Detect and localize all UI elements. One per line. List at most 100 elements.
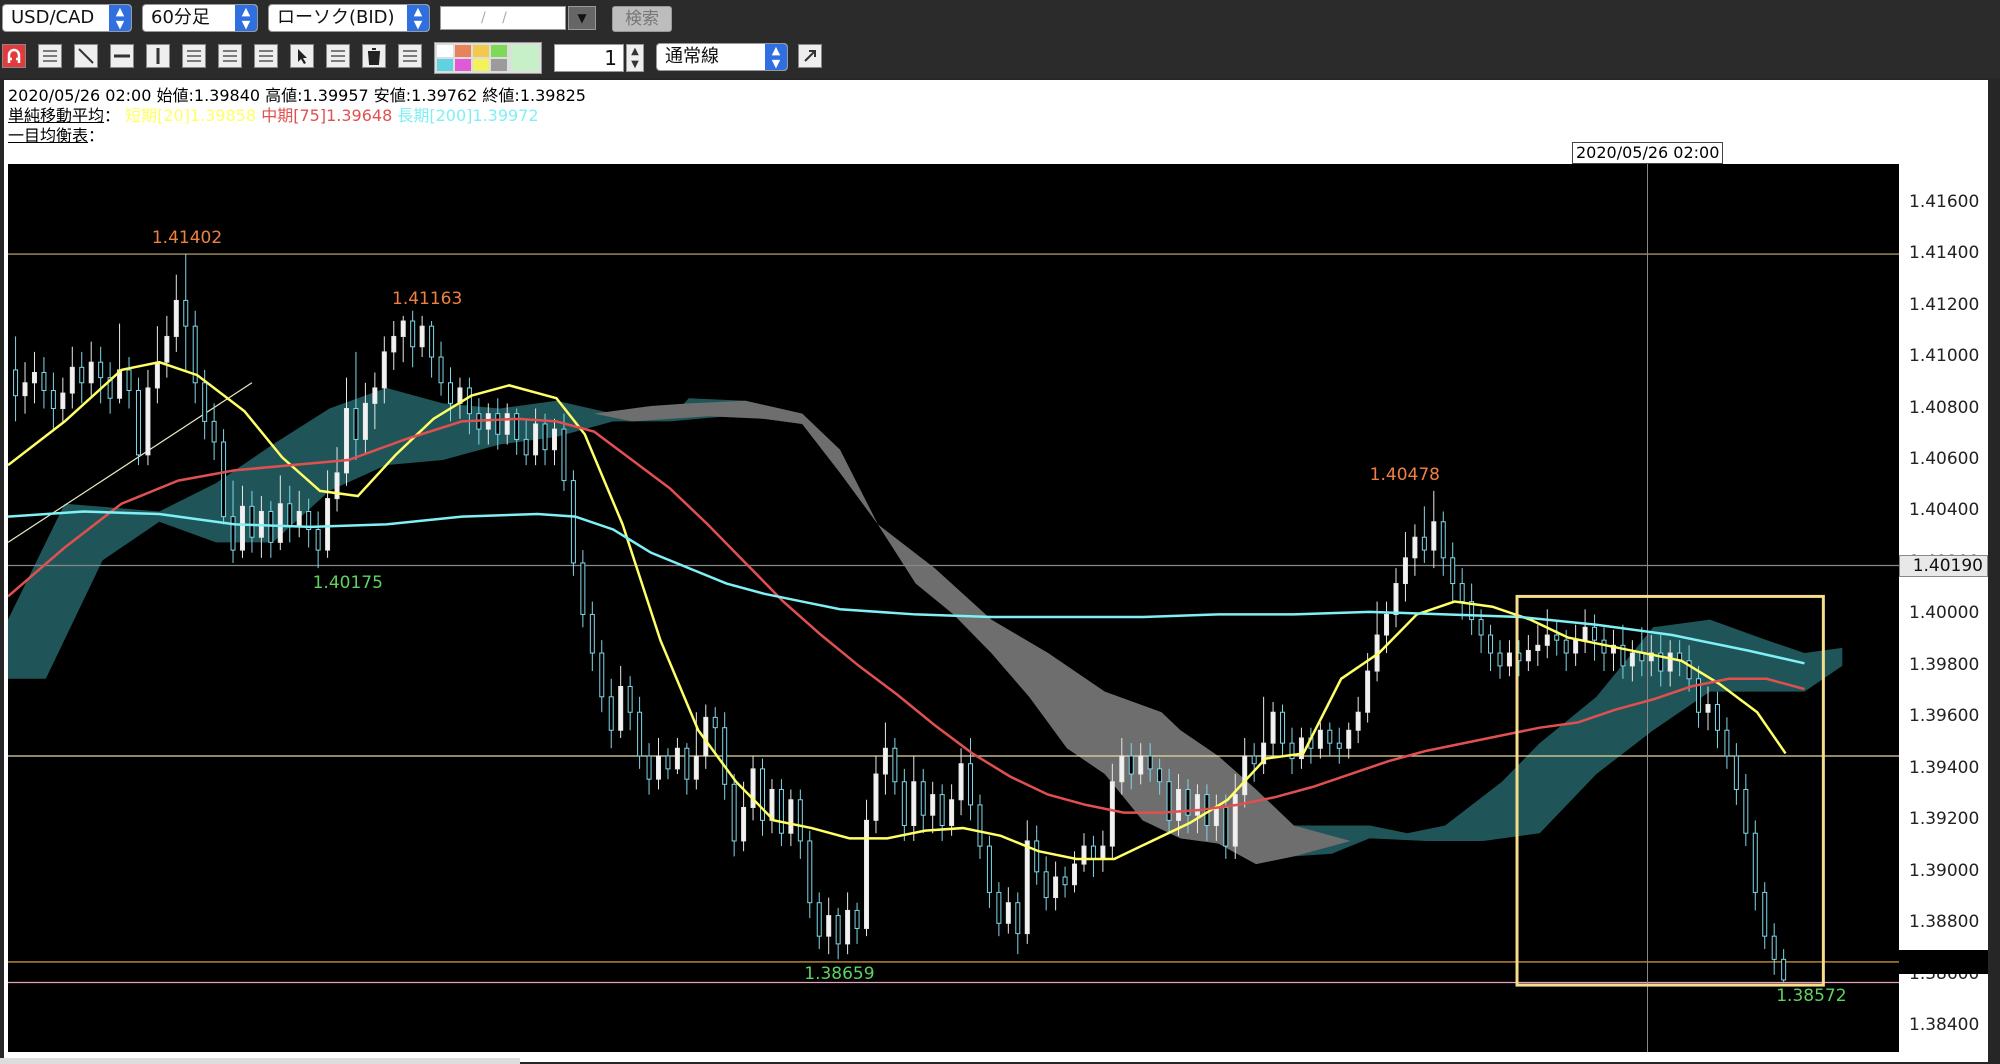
candle-body [1081, 845, 1087, 865]
candle-body [1497, 652, 1503, 667]
ichimoku-title[interactable]: 一目均衡表 [8, 126, 88, 145]
text-icon[interactable] [38, 44, 62, 68]
candle-body [930, 794, 936, 816]
candle-body [627, 686, 633, 713]
candle-body [618, 686, 624, 731]
candle-body [1459, 583, 1465, 603]
color-swatch[interactable] [455, 59, 471, 71]
timeframe-value: 60分足 [151, 7, 210, 28]
candle-body [1384, 613, 1390, 636]
candle-body [1062, 876, 1068, 886]
select-updown-icon: ▲ ▼ [235, 5, 257, 31]
candle-body [826, 915, 832, 937]
color-swatch[interactable] [491, 45, 507, 57]
candle-body [1043, 871, 1049, 899]
fibonacci-icon[interactable] [218, 44, 242, 68]
trash-icon[interactable] [362, 44, 386, 68]
candle-body [693, 755, 699, 780]
chart-style-value: ローソク(BID) [277, 7, 395, 28]
candle-body [221, 441, 227, 518]
candle-body [183, 299, 189, 327]
color-palette[interactable] [434, 42, 542, 74]
candle-body [1015, 902, 1021, 935]
candle-body [13, 369, 19, 397]
candle-body [1506, 652, 1512, 667]
candle-body [533, 423, 539, 456]
current-price-label: 1.40190 [1899, 554, 1988, 577]
candle-body [1157, 768, 1163, 783]
candle-body [325, 498, 331, 551]
candle-body [977, 804, 983, 847]
candle-body [514, 413, 520, 440]
line-width-input[interactable]: 1 [554, 44, 624, 72]
candle-body [495, 413, 501, 435]
candle-body [60, 392, 66, 410]
candle-body [1346, 729, 1352, 749]
candle-body [1034, 840, 1040, 873]
line-width-stepper[interactable]: ▲ ▼ [626, 44, 644, 72]
price-chart[interactable] [7, 164, 1899, 1052]
current-price-bar [1899, 949, 1988, 974]
color-swatch[interactable] [437, 45, 453, 57]
candle-body [1544, 634, 1550, 646]
candle-body [1535, 644, 1541, 651]
candle-body [419, 325, 425, 348]
horizontal-line-icon[interactable] [110, 44, 134, 68]
candle-body [1090, 845, 1096, 860]
sma-separator: ： [104, 106, 121, 125]
color-swatch[interactable] [473, 45, 489, 57]
candle-body [674, 747, 680, 770]
candle-body [1743, 788, 1749, 834]
candle-body [438, 356, 444, 384]
currency-pair-select[interactable]: USD/CAD ▲ ▼ [2, 4, 132, 32]
candle-body [712, 716, 718, 729]
cursor-icon[interactable] [290, 44, 314, 68]
vertical-line-icon[interactable] [146, 44, 170, 68]
candle-body [362, 402, 368, 440]
chart-style-select[interactable]: ローソク(BID) ▲ ▼ [268, 4, 430, 32]
candle-body [864, 819, 870, 929]
candle-body [1327, 729, 1333, 744]
candle-body [277, 503, 283, 543]
low-price-label: 1.40175 [312, 573, 383, 594]
candle-body [1194, 794, 1200, 816]
trendline-icon[interactable] [74, 44, 98, 68]
price-axis: 1.41600 1.41400 1.41200 1.41000 1.40800 1.406… [1899, 164, 1988, 1052]
candle-body [741, 806, 747, 842]
horizontal-scrollbar[interactable] [0, 1058, 520, 1064]
candle-body [1488, 634, 1494, 654]
candle-body [22, 382, 28, 397]
candle-body [807, 840, 813, 904]
fan-icon[interactable] [254, 44, 278, 68]
channel-icon[interactable] [182, 44, 206, 68]
candle-body [1752, 832, 1758, 893]
candle-body [1119, 755, 1125, 783]
settings-icon[interactable] [398, 44, 422, 68]
candle-body [1563, 639, 1569, 654]
line-type-select[interactable]: 通常線 ▲ ▼ [656, 43, 788, 71]
candle-body [1714, 704, 1720, 731]
search-button[interactable]: 検索 [612, 6, 672, 32]
candle-body [542, 423, 548, 451]
eraser-icon[interactable] [326, 44, 350, 68]
candle-body [1223, 806, 1229, 847]
candle-body [135, 390, 141, 456]
select-updown-icon: ▲ ▼ [765, 44, 787, 70]
candle-body [1554, 634, 1560, 641]
color-swatch[interactable] [473, 59, 489, 71]
candle-body [608, 696, 614, 731]
candle-body [1724, 729, 1730, 757]
selected-color-swatch[interactable] [511, 45, 539, 71]
color-swatch[interactable] [491, 59, 507, 71]
candle-body [911, 781, 917, 826]
date-dropdown-button[interactable]: ▼ [568, 6, 596, 30]
color-swatch[interactable] [437, 59, 453, 71]
date-input[interactable]: / / [440, 6, 566, 30]
magnet-icon[interactable] [2, 44, 26, 68]
timeframe-select[interactable]: 60分足 ▲ ▼ [142, 4, 258, 32]
candle-body [778, 788, 784, 834]
expand-icon[interactable] [798, 44, 822, 68]
color-swatch[interactable] [455, 45, 471, 57]
crosshair-time-label: 2020/05/26 02:00 [1572, 142, 1724, 164]
candle-body [561, 428, 567, 482]
